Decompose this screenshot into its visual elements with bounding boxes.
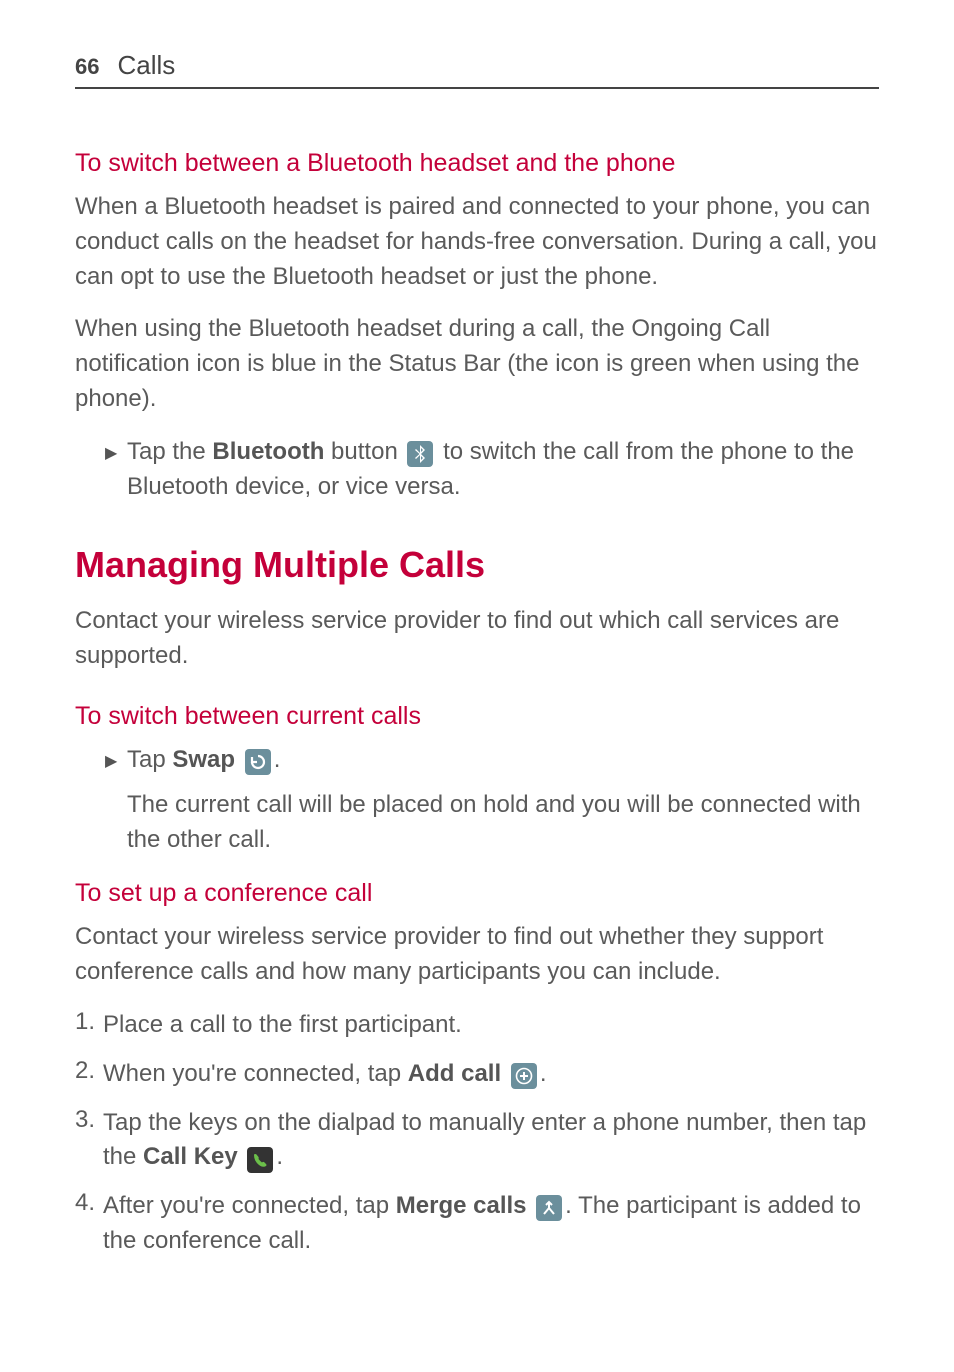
subheading-conference-call: To set up a conference call [75, 879, 879, 908]
bullet-arrow-icon: ▶ [105, 435, 127, 463]
text: . [274, 746, 281, 773]
add-call-icon [511, 1063, 537, 1089]
page-number: 66 [75, 54, 99, 80]
text: After you're connected, tap [103, 1192, 396, 1219]
page-header: 66 Calls [75, 50, 879, 89]
bluetooth-icon [407, 441, 433, 467]
text: . [540, 1060, 547, 1087]
bullet-item: ▶ Tap the Bluetooth button to switch the… [105, 435, 879, 505]
subheading-switch-current: To switch between current calls [75, 702, 879, 731]
step-text: When you're connected, tap Add call . [103, 1057, 546, 1092]
step-text: Place a call to the first participant. [103, 1008, 462, 1043]
text: Tap [127, 746, 172, 773]
swap-icon [245, 749, 271, 775]
step-item: 2. When you're connected, tap Add call . [75, 1057, 879, 1092]
bold-text: Add call [408, 1060, 501, 1087]
step-text: After you're connected, tap Merge calls … [103, 1189, 879, 1259]
bold-text: Bluetooth [212, 438, 324, 465]
step-text: Tap the keys on the dialpad to manually … [103, 1106, 879, 1176]
section-title: Calls [117, 50, 175, 81]
step-item: 3. Tap the keys on the dialpad to manual… [75, 1106, 879, 1176]
text: button [324, 438, 404, 465]
merge-calls-icon [536, 1195, 562, 1221]
text: . [276, 1143, 283, 1170]
paragraph: Contact your wireless service provider t… [75, 920, 879, 990]
step-number: 3. [75, 1106, 103, 1134]
paragraph: Contact your wireless service provider t… [75, 604, 879, 674]
step-number: 2. [75, 1057, 103, 1085]
paragraph: The current call will be placed on hold … [127, 788, 879, 858]
paragraph: When using the Bluetooth headset during … [75, 312, 879, 416]
heading-managing-multiple-calls: Managing Multiple Calls [75, 544, 879, 586]
step-number: 4. [75, 1189, 103, 1217]
text: Tap the [127, 438, 212, 465]
step-item: 4. After you're connected, tap Merge cal… [75, 1189, 879, 1259]
text: When you're connected, tap [103, 1060, 408, 1087]
step-number: 1. [75, 1008, 103, 1036]
bullet-arrow-icon: ▶ [105, 743, 127, 771]
bullet-item: ▶ Tap Swap . [105, 743, 879, 778]
manual-page: 66 Calls To switch between a Bluetooth h… [0, 0, 954, 1333]
call-key-icon [247, 1147, 273, 1173]
subheading-bluetooth-switch: To switch between a Bluetooth headset an… [75, 149, 879, 178]
bullet-text: Tap Swap . [127, 743, 280, 778]
step-item: 1. Place a call to the first participant… [75, 1008, 879, 1043]
bold-text: Swap [172, 746, 235, 773]
bold-text: Merge calls [396, 1192, 527, 1219]
paragraph: When a Bluetooth headset is paired and c… [75, 190, 879, 294]
bold-text: Call Key [143, 1143, 238, 1170]
bullet-text: Tap the Bluetooth button to switch the c… [127, 435, 879, 505]
